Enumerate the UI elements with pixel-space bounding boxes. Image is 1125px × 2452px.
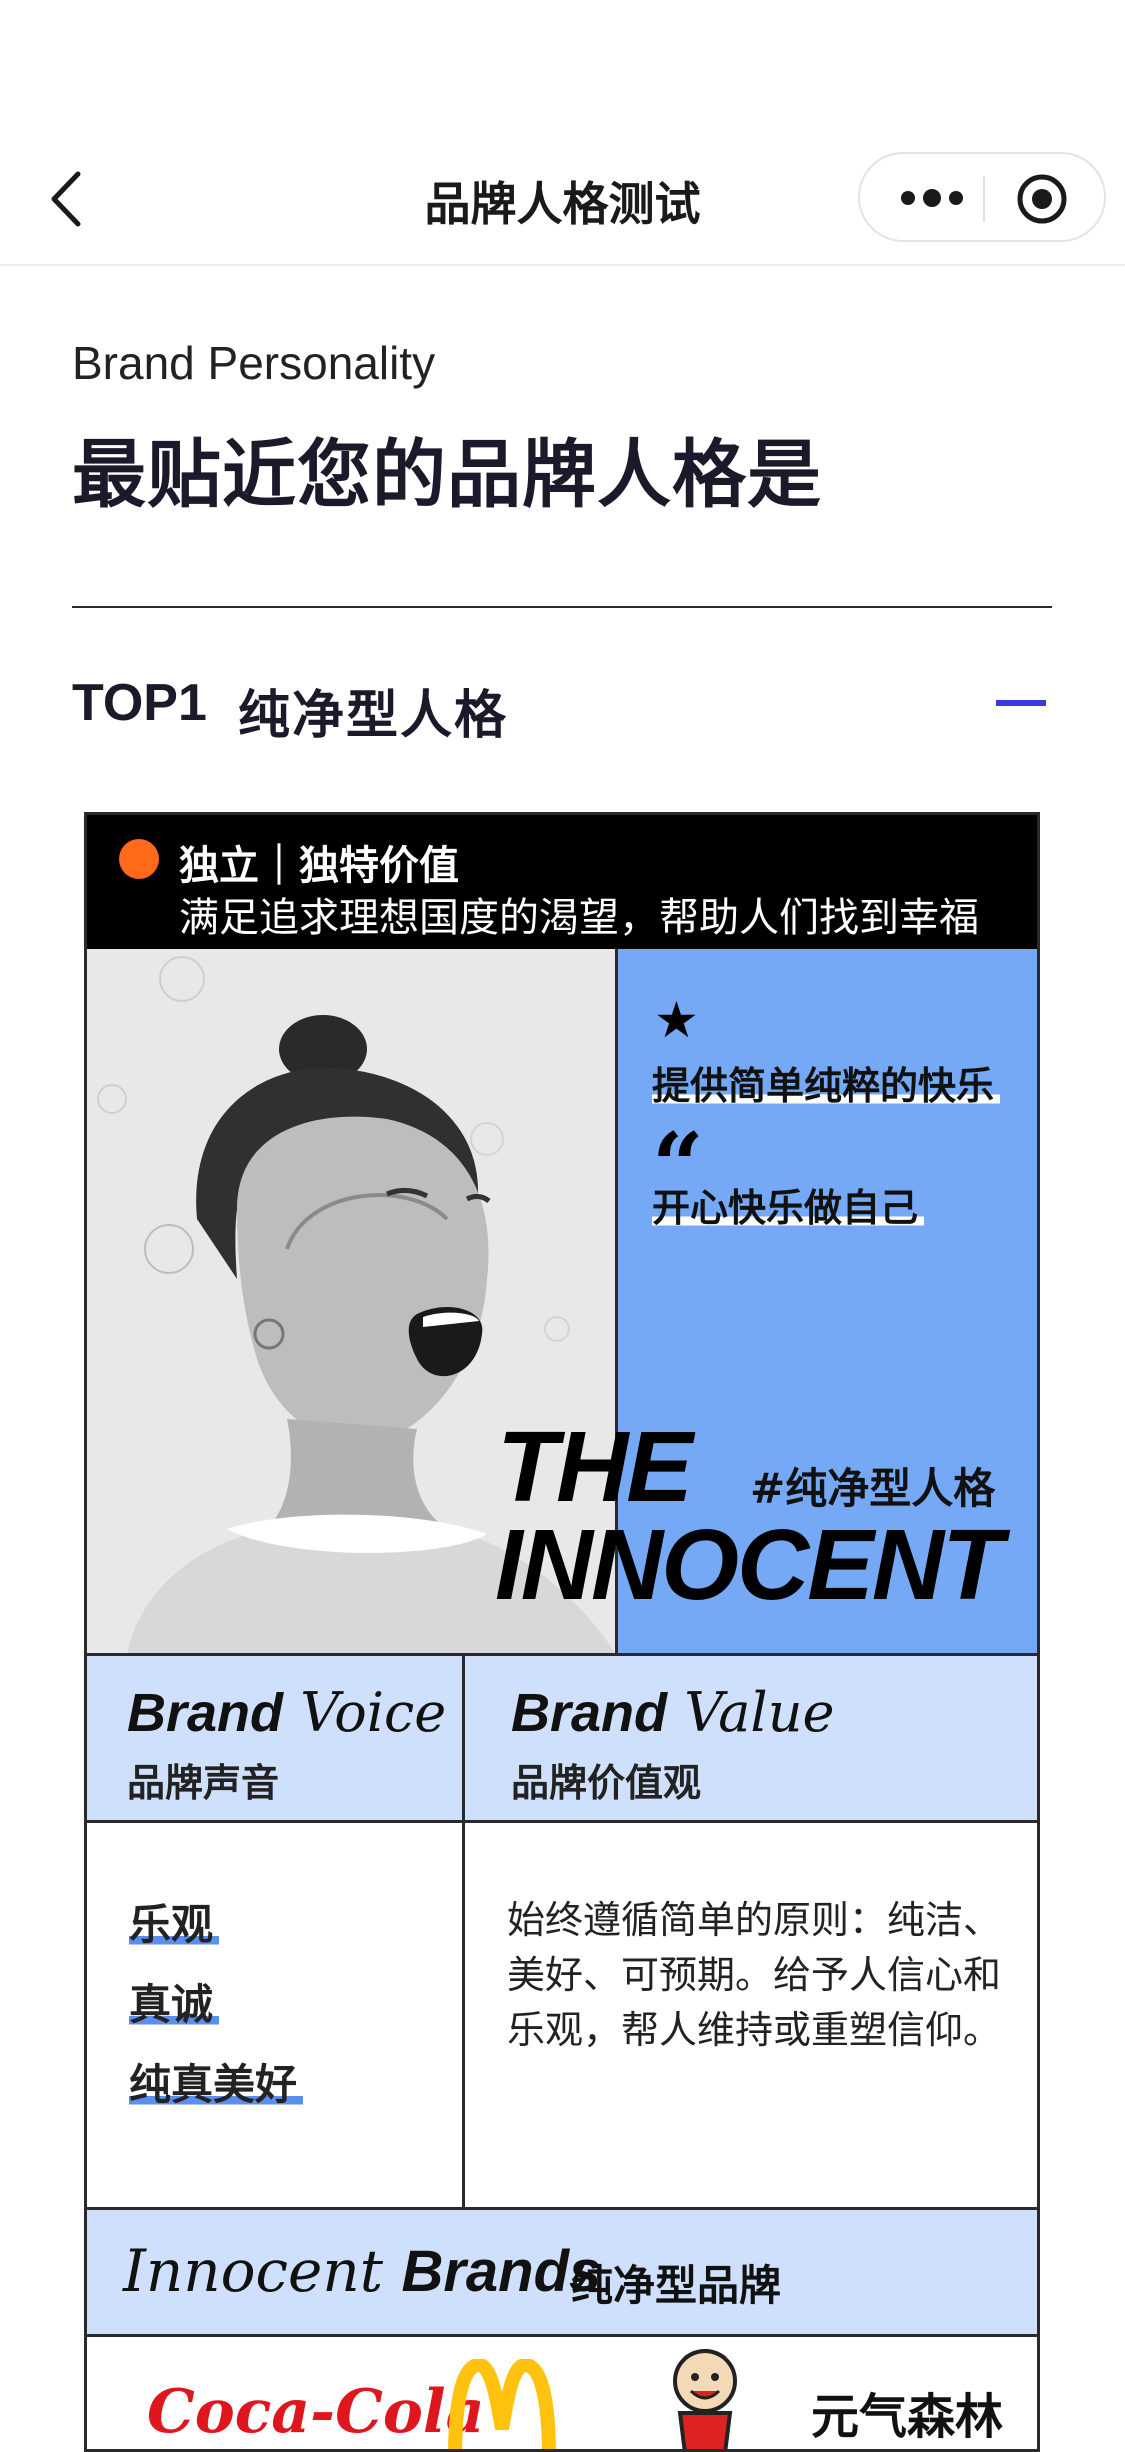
voice-value-content-row: 乐观 真诚 纯真美好 始终遵循简单的原则：纯洁、美好、可预期。给予人信心和乐观，…	[87, 1823, 1037, 2207]
innocent-brands-header: Innocent Brands 纯净型品牌	[87, 2207, 1037, 2337]
big-title-innocent: INNOCENT	[495, 1509, 1003, 1621]
more-dots-icon[interactable]	[894, 176, 974, 220]
brand-value-sub: 品牌价值观	[511, 1761, 702, 1805]
column-divider	[462, 1656, 465, 1820]
mcdonalds-logo	[447, 2357, 557, 2449]
innocent-brands-italic: Innocent	[123, 2237, 384, 2305]
highlight-offer: 提供简单纯粹的快乐	[652, 1055, 1001, 1110]
card-header: 独立｜独特价值 满足追求理想国度的渴望，帮助人们找到幸福	[87, 815, 1037, 949]
brand-value-text: 始终遵循简单的原则：纯洁、美好、可预期。给予人信心和乐观，帮人维持或重塑信仰。	[507, 1898, 1002, 2052]
voice-value-header-row: Brand Voice 品牌声音 Brand Value 品牌价值观	[87, 1653, 1037, 1823]
brand-value-bold: Brand	[511, 1683, 668, 1743]
orange-dot-icon	[119, 839, 159, 879]
star-icon: ★	[654, 991, 699, 1049]
subtitle-en: Brand Personality	[72, 337, 436, 389]
innocent-brands-sub: 纯净型品牌	[571, 2261, 782, 2310]
personality-hashtag: #纯净型人格	[750, 1464, 996, 1513]
section-divider	[72, 606, 1052, 608]
highlight-motto: 开心快乐做自己	[652, 1177, 925, 1232]
target-icon[interactable]	[1015, 172, 1069, 226]
main-heading: 最贴近您的品牌人格是	[72, 432, 822, 518]
brand-logos-row: Coca-Cola 元气森林	[87, 2337, 1037, 2449]
voice-trait: 真诚	[129, 1971, 220, 2032]
personality-card: 独立｜独特价值 满足追求理想国度的渴望，帮助人们找到幸福 ★ 提供简单纯粹的快乐…	[84, 812, 1040, 2452]
header-tagline: 独立｜独特价值	[179, 843, 459, 889]
personality-name: 纯净型人格	[238, 686, 509, 746]
brand-voice-heading: Brand Voice	[127, 1683, 446, 1743]
capsule-divider	[983, 176, 985, 222]
coca-cola-logo: Coca-Cola	[147, 2377, 485, 2447]
column-divider	[462, 1823, 465, 2207]
big-title-the: THE	[497, 1411, 693, 1523]
innocent-brands-heading: Innocent Brands	[123, 2242, 601, 2301]
genki-forest-logo: 元气森林	[811, 2389, 1004, 2445]
brand-value-italic: Value	[684, 1681, 835, 1744]
voice-trait: 乐观	[129, 1891, 220, 1952]
brand-value-heading: Brand Value	[511, 1683, 834, 1743]
brand-voice-italic: Voice	[300, 1681, 447, 1744]
brand-voice-sub: 品牌声音	[127, 1761, 280, 1805]
voice-trait: 纯真美好	[129, 2051, 304, 2112]
brand-voice-bold: Brand	[127, 1683, 284, 1743]
header-description: 满足追求理想国度的渴望，帮助人们找到幸福	[179, 895, 979, 941]
rank-label: TOP1	[72, 674, 207, 732]
collapse-minus-icon[interactable]	[996, 700, 1046, 706]
mini-program-capsule	[858, 152, 1106, 242]
navigation-bar: 品牌人格测试	[0, 0, 1125, 266]
